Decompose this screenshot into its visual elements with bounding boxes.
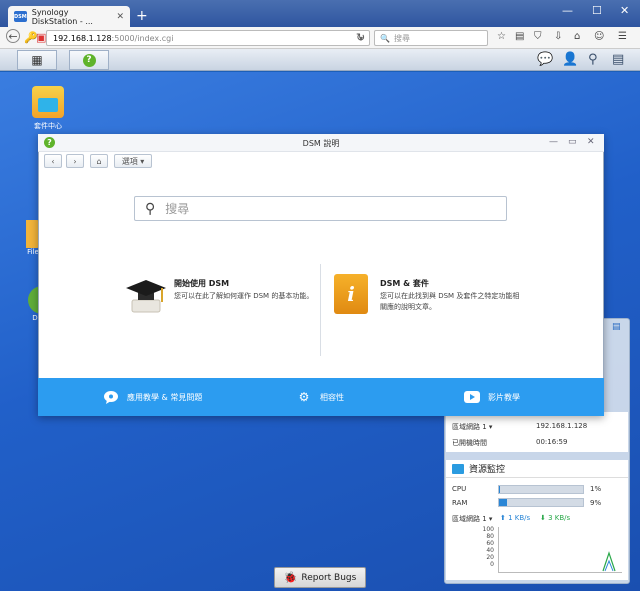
help-window: [38, 134, 604, 416]
help-forward-button[interactable]: ›: [66, 154, 84, 168]
options-menu-button[interactable]: 選項 ▾: [114, 154, 152, 168]
close-window-icon[interactable]: ✕: [620, 4, 629, 17]
getting-started-card[interactable]: [124, 276, 168, 318]
window-minimize-icon[interactable]: —: [549, 137, 558, 147]
window-close-icon[interactable]: ✕: [587, 137, 595, 147]
faq-link[interactable]: 應用教學 & 常見問題: [103, 390, 202, 404]
browser-search-input[interactable]: 🔍 搜尋: [374, 30, 488, 46]
tick-label: 0: [490, 561, 494, 568]
tick-label: 20: [486, 554, 494, 561]
minimize-icon[interactable]: —: [562, 4, 573, 17]
network-select[interactable]: 區域網路 1 ▾: [452, 422, 492, 432]
cpu-label: CPU: [452, 485, 467, 493]
main-menu-button[interactable]: ▦: [17, 50, 57, 70]
tab-close-icon[interactable]: ✕: [116, 12, 124, 22]
ram-bar: [498, 498, 584, 507]
chevron-right-icon: ›: [73, 156, 77, 166]
ram-bar-fill: [499, 499, 507, 506]
search-icon[interactable]: ⚲: [588, 52, 598, 67]
ram-label: RAM: [452, 499, 468, 507]
ip-value: 192.168.1.128: [536, 422, 588, 430]
upload-rate: ⬆ 1 KB/s: [500, 514, 531, 522]
help-back-button[interactable]: ‹: [44, 154, 62, 168]
info-book-icon[interactable]: i: [334, 274, 368, 314]
reload-icon[interactable]: ↻: [356, 31, 365, 44]
url-bar[interactable]: 192.168.1.128:5000/index.cgi ▾: [46, 30, 370, 46]
bug-icon: 🐞: [283, 571, 298, 584]
tick-label: 40: [486, 547, 494, 554]
chart-ticks: 100 80 60 40 20 0: [474, 526, 494, 568]
card-divider: [320, 264, 321, 356]
new-tab-button[interactable]: +: [136, 8, 148, 24]
report-bugs-button[interactable]: 🐞 Report Bugs: [274, 567, 366, 588]
uptime-value: 00:16:59: [536, 438, 568, 446]
download-rate: ⬇ 3 KB/s: [540, 514, 571, 522]
tab-title: Synology DiskStation - ...: [31, 7, 93, 26]
dsm-packages-desc-line2: 關應的說明文章。: [380, 303, 436, 311]
getting-started-desc: 您可以在此了解如何運作 DSM 的基本功能。: [174, 292, 314, 300]
download-icon[interactable]: ⇩: [554, 31, 562, 42]
tick-label: 80: [486, 533, 494, 540]
chat-icon: [103, 390, 119, 404]
network-chart: [498, 527, 622, 573]
chevron-left-icon: ‹: [51, 156, 55, 166]
video-tutorial-link[interactable]: 影片教學: [464, 390, 520, 404]
url-text: 192.168.1.128:5000/index.cgi: [53, 33, 174, 43]
search-icon: ⚲: [145, 200, 156, 217]
home-icon: ⌂: [96, 156, 102, 166]
resource-monitor-header[interactable]: 資源監控: [446, 460, 628, 478]
lan-select[interactable]: 區域網路 1 ▾: [452, 514, 492, 524]
widget-settings-icon[interactable]: ▤: [612, 322, 621, 332]
back-icon[interactable]: ←: [6, 29, 20, 43]
browser-tab[interactable]: DSM Synology DiskStation - ... ✕: [8, 6, 130, 27]
tick-label: 60: [486, 540, 494, 547]
graduation-cap-icon: [126, 280, 166, 313]
help-search-input[interactable]: ⚲ 搜尋: [134, 196, 507, 221]
play-icon: [464, 390, 480, 404]
help-icon: ?: [82, 53, 96, 67]
help-home-button[interactable]: ⌂: [90, 154, 108, 168]
network-chart-svg: [602, 551, 616, 572]
desktop-icon-package-center[interactable]: 套件中心: [26, 86, 70, 131]
synology-favicon-icon: DSM: [14, 11, 27, 22]
uptime-label: 已開機時間: [452, 439, 487, 447]
shopping-bag-icon: [32, 86, 64, 118]
cpu-value: 1%: [590, 485, 602, 493]
menu-icon[interactable]: ☰: [618, 31, 627, 42]
dsm-packages-title[interactable]: DSM & 套件: [380, 278, 429, 289]
window-maximize-icon[interactable]: ▭: [568, 137, 577, 147]
chat-icon[interactable]: ☺: [594, 31, 604, 42]
ram-value: 9%: [590, 499, 602, 507]
cpu-bar: [498, 485, 584, 494]
maximize-icon[interactable]: ☐: [592, 4, 602, 17]
addon-icon[interactable]: ▣: [36, 31, 46, 44]
search-icon: 🔍: [380, 33, 390, 43]
pocket-icon[interactable]: ⛉: [534, 31, 542, 42]
widgets-icon[interactable]: ▤: [612, 52, 624, 67]
compatibility-link[interactable]: ⚙ 相容性: [296, 390, 344, 404]
help-window-title: DSM 說明: [302, 139, 340, 148]
tick-label: 100: [482, 526, 494, 533]
user-icon[interactable]: 👤: [562, 52, 578, 67]
grid-icon: ▦: [31, 53, 43, 67]
gears-icon: ⚙: [298, 390, 310, 404]
home-icon[interactable]: ⌂: [574, 31, 580, 42]
reader-icon[interactable]: ▤: [515, 31, 524, 42]
getting-started-title[interactable]: 開始使用 DSM: [174, 278, 229, 289]
dsm-packages-desc-line1: 您可以在此找到與 DSM 及套件之特定功能相: [380, 292, 520, 300]
notification-icon[interactable]: 💬: [537, 52, 553, 67]
bookmark-star-icon[interactable]: ☆: [497, 31, 506, 42]
cpu-bar-fill: [499, 486, 500, 493]
monitor-icon: [452, 463, 464, 474]
help-taskbar-button[interactable]: ?: [69, 50, 109, 70]
